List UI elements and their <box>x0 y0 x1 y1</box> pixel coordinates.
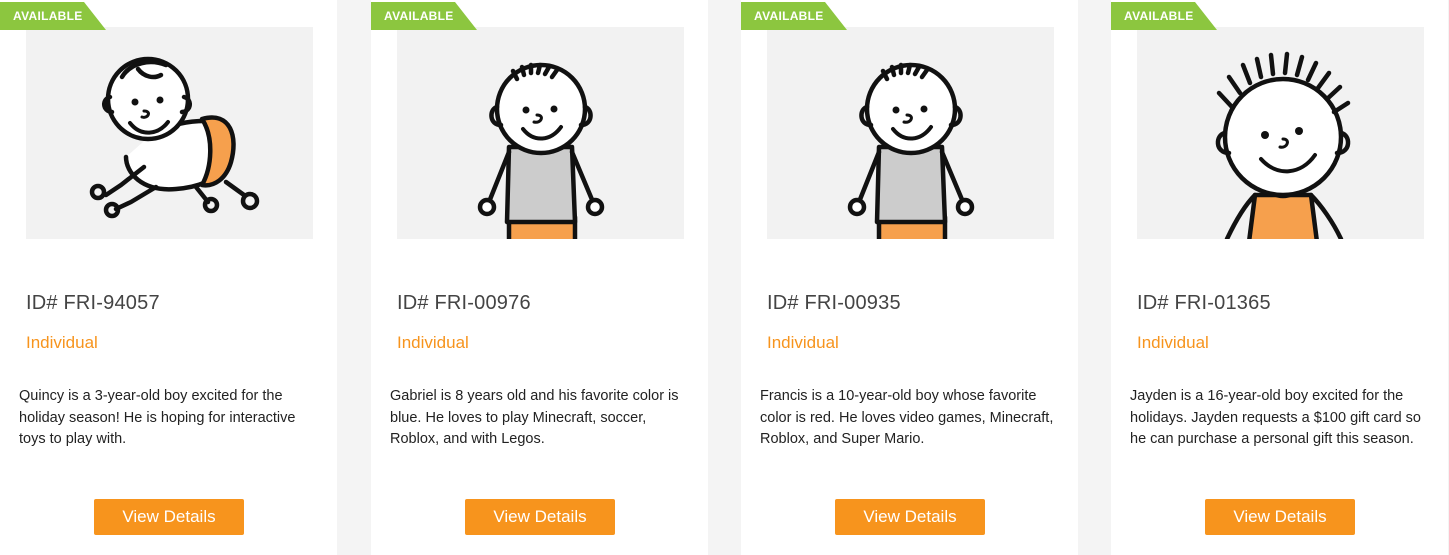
view-details-button[interactable]: View Details <box>835 499 985 535</box>
child-card: AVAILABLE ID# FRI-01365 Individual Jayde… <box>1111 0 1448 555</box>
child-id: ID# FRI-00935 <box>767 292 901 314</box>
teen-boy-spiky-hair-icon <box>1215 51 1351 239</box>
child-card: AVAILABLE <box>371 0 708 555</box>
child-id: ID# FRI-00976 <box>397 292 531 314</box>
child-type: Individual <box>397 333 469 352</box>
child-description: Francis is a 10-year-old boy whose favor… <box>760 388 1054 447</box>
child-illustration <box>397 27 684 239</box>
availability-badge: AVAILABLE <box>0 2 106 30</box>
child-id: ID# FRI-01365 <box>1137 292 1271 314</box>
child-card: AVAILABLE <box>741 0 1078 555</box>
view-details-button[interactable]: View Details <box>94 499 244 535</box>
view-details-button[interactable]: View Details <box>465 499 615 535</box>
crawling-baby-icon <box>89 56 260 219</box>
child-card-grid: AVAILABLE ID# FRI-94057 Individual Quinc… <box>0 0 1449 555</box>
child-id: ID# FRI-94057 <box>26 292 160 314</box>
child-description: Quincy is a 3-year-old boy excited for t… <box>19 388 296 447</box>
boy-gray-shirt-icon <box>847 62 975 239</box>
boy-gray-shirt-icon <box>477 62 605 239</box>
availability-badge: AVAILABLE <box>1111 2 1217 30</box>
child-card: AVAILABLE <box>0 0 337 555</box>
child-description: Jayden is a 16-year-old boy excited for … <box>1130 388 1421 447</box>
child-type: Individual <box>26 333 98 352</box>
availability-badge: AVAILABLE <box>741 2 847 30</box>
child-type: Individual <box>1137 333 1209 352</box>
child-description: Gabriel is 8 years old and his favorite … <box>390 388 679 447</box>
availability-badge: AVAILABLE <box>371 2 477 30</box>
child-illustration <box>767 27 1054 239</box>
child-type: Individual <box>767 333 839 352</box>
child-illustration <box>26 27 313 239</box>
view-details-button[interactable]: View Details <box>1205 499 1355 535</box>
child-illustration <box>1137 27 1424 239</box>
